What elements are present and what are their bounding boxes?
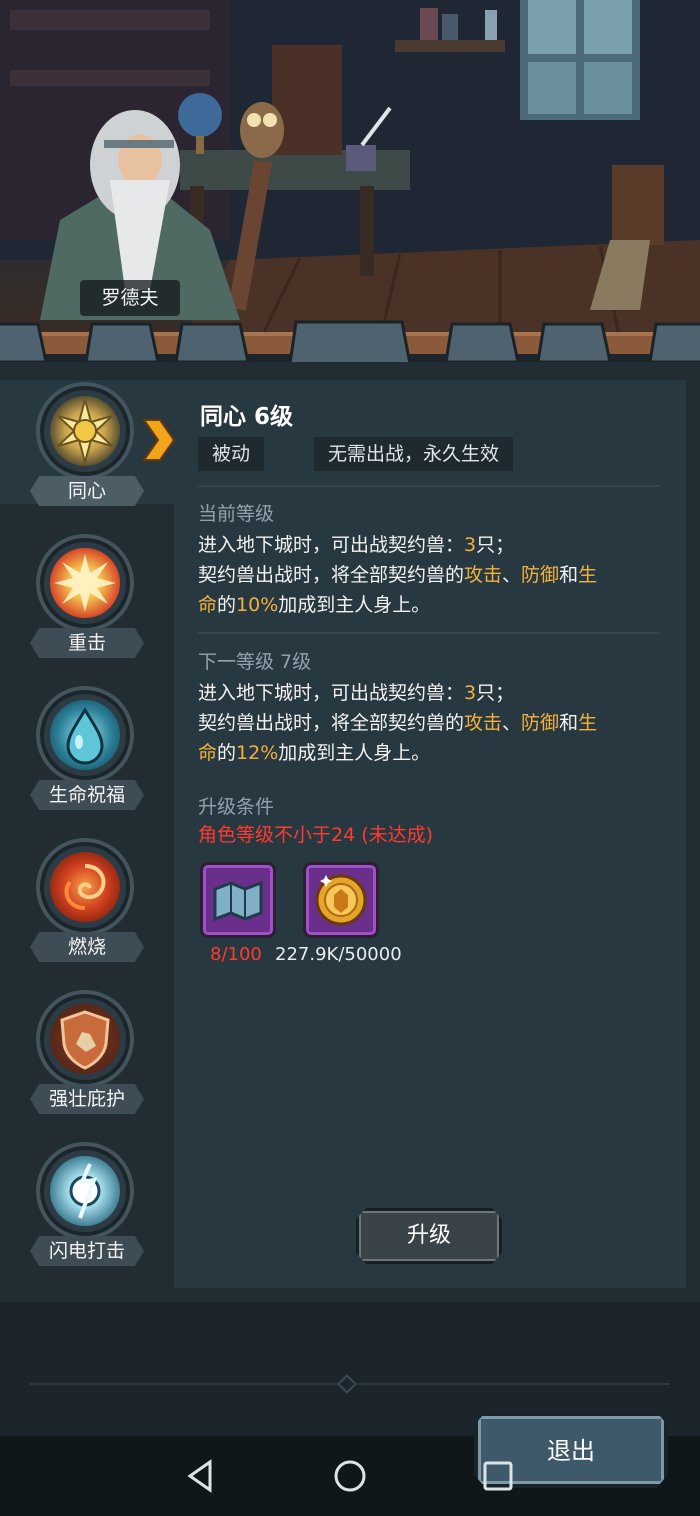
upgrade-condition-heading: 升级条件 xyxy=(198,796,275,818)
npc-name-label: 罗德夫 xyxy=(80,280,180,316)
divider xyxy=(198,485,660,487)
back-nav-icon[interactable] xyxy=(182,1458,218,1494)
skill-effect-tag: 无需出战，永久生效 xyxy=(314,437,514,471)
npc-scene: 罗德夫 xyxy=(0,0,700,340)
skill-item-zhongji[interactable]: 重击 xyxy=(30,534,144,664)
skill-orb xyxy=(36,990,134,1088)
burst-icon xyxy=(54,554,116,612)
lightning-orb-icon xyxy=(69,1163,101,1219)
skill-item-shengming-zhufu[interactable]: 生命祝福 xyxy=(30,686,144,816)
skill-label: 生命祝福 xyxy=(30,780,144,810)
selected-arrow-icon xyxy=(142,419,176,461)
skill-label: 同心 xyxy=(30,476,144,506)
skill-label: 闪电打击 xyxy=(30,1236,144,1266)
skill-orb xyxy=(36,382,134,480)
decorative-divider xyxy=(0,320,700,366)
skill-type-tag: 被动 xyxy=(198,437,265,471)
skill-orb xyxy=(36,1142,134,1240)
skill-item-shandian-daji[interactable]: 闪电打击 xyxy=(30,1142,144,1272)
shield-icon xyxy=(60,1010,110,1070)
next-level-heading: 下一等级 7级 xyxy=(198,651,312,673)
skill-orb xyxy=(36,534,134,632)
sun-icon xyxy=(57,396,113,466)
upgrade-button[interactable]: 升级 xyxy=(356,1208,502,1264)
scroll-count: 8/100 xyxy=(210,944,262,965)
skill-label: 重击 xyxy=(30,628,144,658)
skill-item-tongxin[interactable]: 同心 xyxy=(30,382,144,512)
fire-swirl-icon xyxy=(64,864,106,910)
skill-label: 燃烧 xyxy=(30,932,144,962)
skill-title: 同心 6级 xyxy=(200,404,294,430)
skill-item-qiangzhuang-bihu[interactable]: 强壮庇护 xyxy=(30,990,144,1120)
skill-orb xyxy=(36,686,134,784)
skill-label: 强壮庇护 xyxy=(30,1084,144,1114)
gold-coin-icon xyxy=(315,874,367,926)
divider xyxy=(198,632,660,634)
scroll-map-icon xyxy=(213,880,263,922)
level-requirement-text: 角色等级不小于24 (未达成) xyxy=(198,824,434,846)
recents-nav-icon[interactable] xyxy=(480,1458,516,1494)
next-level-description: 进入地下城时，可出战契约兽：3只； 契约兽出战时，将全部契约兽的攻击、防御和生 … xyxy=(198,682,598,764)
divider-ornament xyxy=(337,1374,357,1394)
gold-count: 227.9K/50000 xyxy=(275,944,402,965)
material-slot-scroll[interactable] xyxy=(200,862,276,938)
current-level-heading: 当前等级 xyxy=(198,503,275,525)
skill-item-ranshao[interactable]: 燃烧 xyxy=(30,838,144,968)
home-nav-icon[interactable] xyxy=(332,1458,368,1494)
skill-orb xyxy=(36,838,134,936)
current-level-description: 进入地下城时，可出战契约兽：3只； 契约兽出战时，将全部契约兽的攻击、防御和生 … xyxy=(198,534,598,616)
water-drop-icon xyxy=(66,707,104,765)
material-slot-gold[interactable] xyxy=(303,862,379,938)
